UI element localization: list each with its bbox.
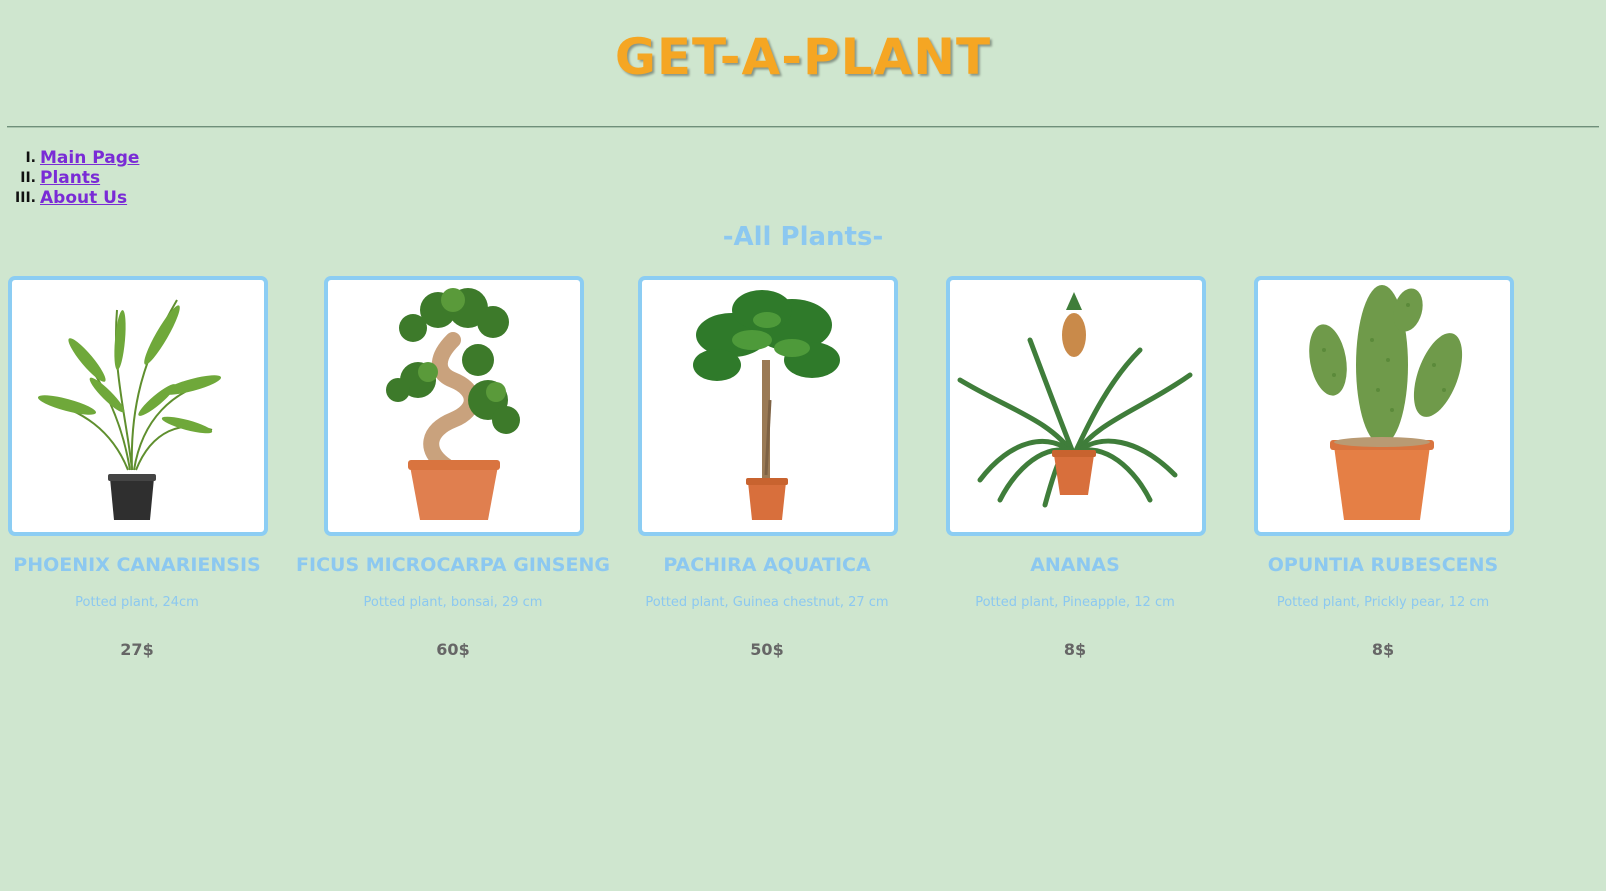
product-image-frame[interactable] xyxy=(638,276,898,536)
nav-link-about-us[interactable]: About Us xyxy=(40,188,127,208)
pineapple-plant-image xyxy=(957,292,1193,508)
money-tree-plant-image xyxy=(693,290,840,520)
product-description: Potted plant, 24cm xyxy=(75,595,199,610)
product-description: Potted plant, Guinea chestnut, 27 cm xyxy=(645,595,889,610)
product-name: Phoenix Canariensis xyxy=(13,554,261,576)
product-price: 8$ xyxy=(1063,640,1087,659)
nav-link-main-page[interactable]: Main Page xyxy=(40,148,139,168)
palm-plant-image xyxy=(37,299,222,520)
product-price: 27$ xyxy=(120,640,154,659)
product-description: Potted plant, Prickly pear, 12 cm xyxy=(1276,595,1490,610)
product-card: Ananas Potted plant, Pineapple, 12 cm 8$ xyxy=(915,276,1235,676)
page: GET-A-PLANT I. Main Page II. Plants III.… xyxy=(0,0,1606,891)
nav-item-number: II. xyxy=(20,170,36,186)
product-price: 50$ xyxy=(750,640,784,659)
product-description: Potted plant, Pineapple, 12 cm xyxy=(975,595,1175,610)
section-heading: -All Plants- xyxy=(722,222,884,252)
product-image-frame[interactable] xyxy=(324,276,584,536)
cactus-plant-image xyxy=(1309,285,1463,520)
product-name: Ananas xyxy=(1030,554,1120,576)
product-card: Phoenix Canariensis Potted plant, 24cm 2… xyxy=(0,276,297,676)
nav-item-number: I. xyxy=(25,150,36,166)
product-card: Opuntia Rubescens Potted plant, Prickly … xyxy=(1223,276,1543,676)
bonsai-plant-image xyxy=(386,288,520,520)
product-image-frame[interactable] xyxy=(1254,276,1514,536)
nav-item-number: III. xyxy=(15,190,36,206)
product-description: Potted plant, bonsai, 29 cm xyxy=(363,595,543,610)
product-name: Pachira Aquatica xyxy=(663,554,871,576)
product-name: Opuntia Rubescens xyxy=(1267,554,1499,576)
product-card: Ficus Microcarpa Ginseng Potted plant, b… xyxy=(293,276,613,676)
product-card: Pachira Aquatica Potted plant, Guinea ch… xyxy=(607,276,927,676)
product-price: 60$ xyxy=(436,640,470,659)
product-name: Ficus Microcarpa Ginseng xyxy=(296,554,610,576)
site-title: GET-A-PLANT xyxy=(614,28,992,86)
nav-link-plants[interactable]: Plants xyxy=(40,168,100,188)
product-image-frame[interactable] xyxy=(8,276,268,536)
product-price: 8$ xyxy=(1371,640,1395,659)
header-divider xyxy=(7,126,1599,128)
product-image-frame[interactable] xyxy=(946,276,1206,536)
